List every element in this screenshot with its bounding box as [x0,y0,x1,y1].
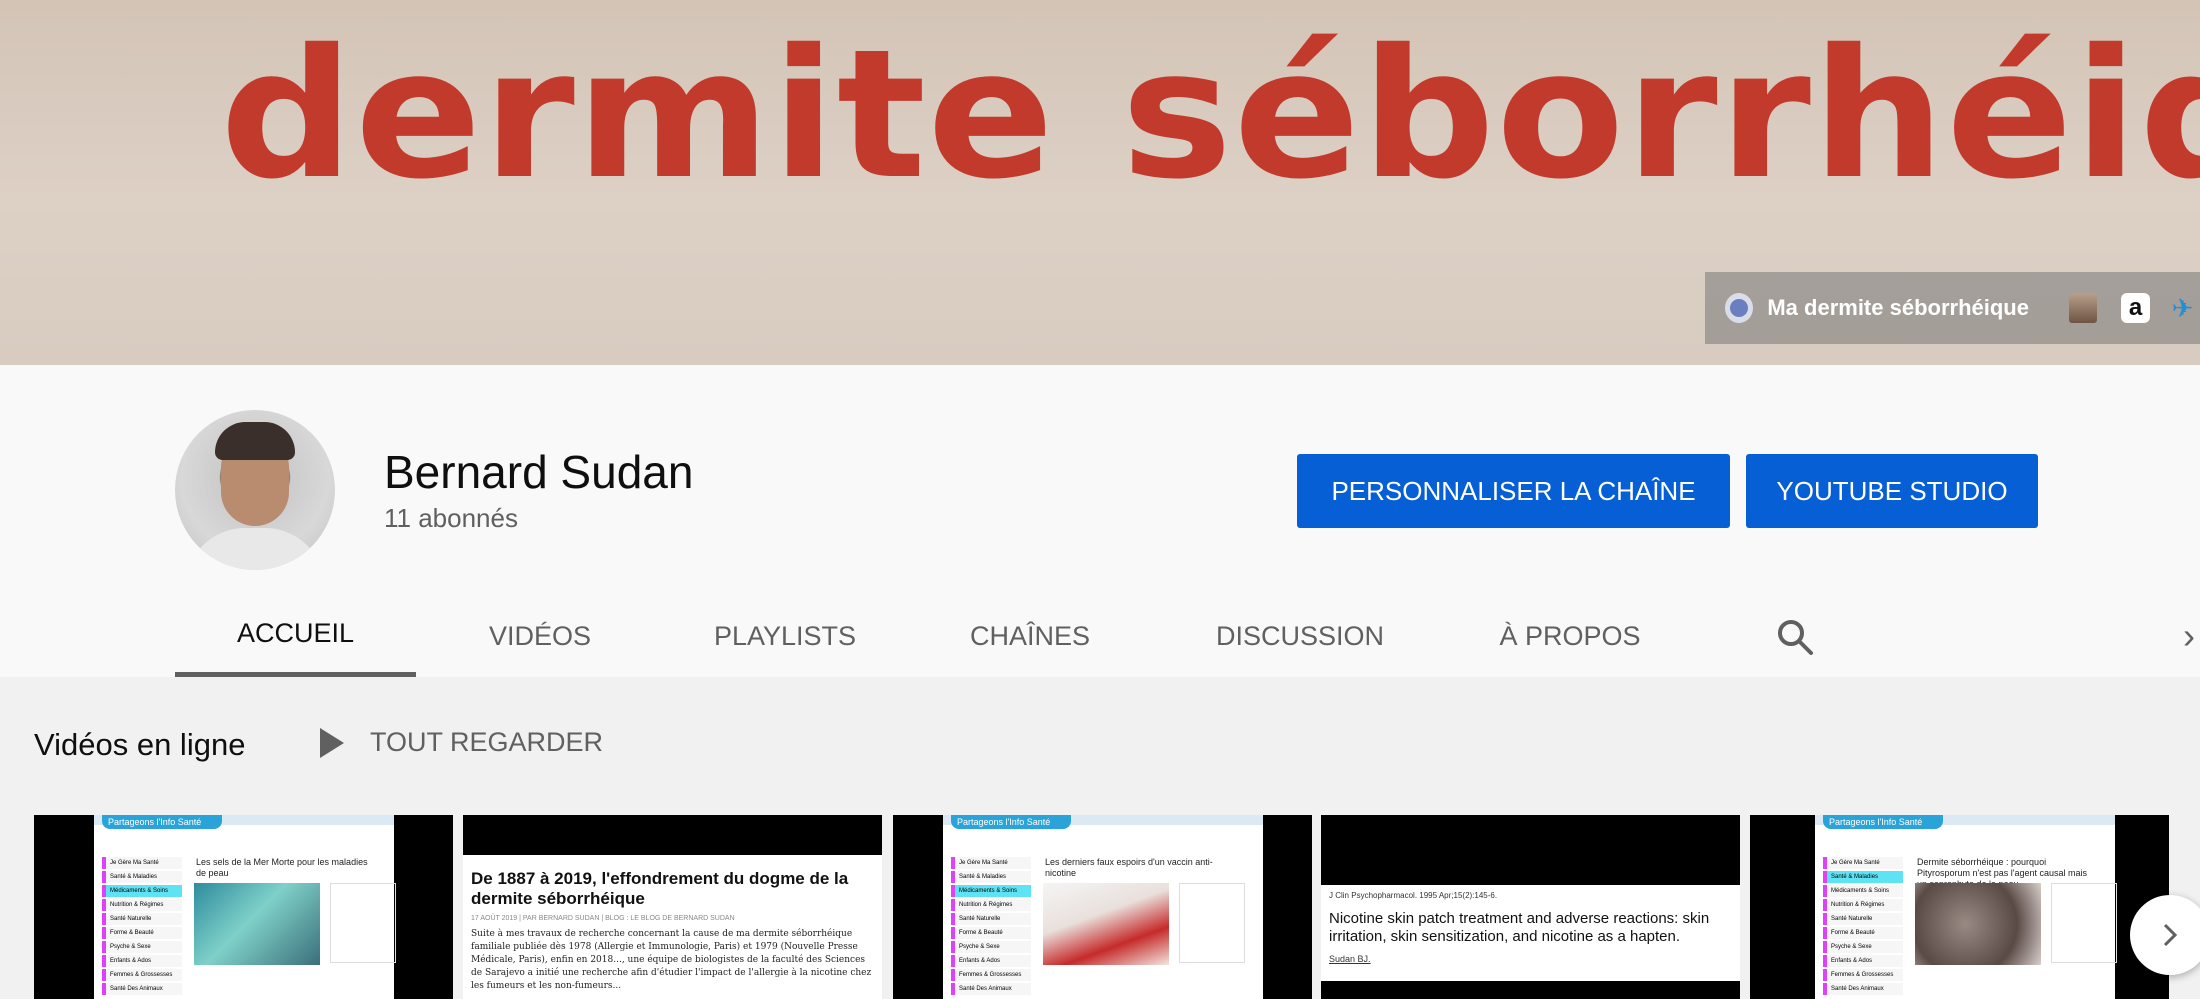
search-icon[interactable] [1775,617,1815,657]
site-sidebar [2051,883,2117,963]
banner-link-label[interactable]: Ma dermite séborrhéique [1767,295,2029,321]
article-body: Suite à mes travaux de recherche concern… [471,929,872,991]
thumbnail-site-screenshot: Partageons l'Info Santé Je Gère Ma Santé… [1815,815,2117,999]
thumbnail-site-screenshot: Partageons l'Info Santé Je Gère Ma Santé… [943,815,1263,999]
paper-title: Nicotine skin patch treatment and advers… [1329,910,1710,945]
channel-header: Bernard Sudan 11 abonnés PERSONNALISER L… [0,375,2200,677]
article-meta: 17 AOÛT 2019 | PAR BERNARD SUDAN | BLOG … [471,915,735,922]
thumbnail-paper: J Clin Psychopharmacol. 1995 Apr;15(2):1… [1321,885,1740,981]
content-area: Vidéos en ligne TOUT REGARDER Partageons… [0,677,2200,999]
site-tag: Partageons l'Info Santé [1823,815,1943,829]
channel-name: Bernard Sudan [384,446,694,498]
amazon-icon[interactable]: a [2121,293,2150,323]
chevron-right-icon [2163,923,2178,947]
post-image [1915,883,2041,965]
tab-accueil[interactable]: ACCUEIL [175,595,416,677]
site-tag: Partageons l'Info Santé [951,815,1071,829]
tab-playlists[interactable]: PLAYLISTS [685,595,885,677]
channel-banner: dermite séborrhéique Ma dermite séborrhé… [0,0,2200,365]
tab-a-propos[interactable]: À PROPOS [1470,595,1670,677]
channel-tabs: ACCUEIL VIDÉOS PLAYLISTS CHAÎNES DISCUSS… [175,595,2200,677]
subscriber-count: 11 abonnés [384,503,518,533]
shelf-next-button[interactable] [2130,895,2200,975]
tab-chaines[interactable]: CHAÎNES [940,595,1120,677]
banner-text: dermite séborrhéique [220,11,2200,218]
post-image [1043,883,1169,965]
post-title: Les sels de la Mer Morte pour les maladi… [196,857,368,878]
paper-reference: J Clin Psychopharmacol. 1995 Apr;15(2):1… [1329,891,1498,900]
post-title: Les derniers faux espoirs d'un vaccin an… [1045,857,1213,878]
globe-icon[interactable] [1725,293,1754,323]
video-thumbnail[interactable]: Partageons l'Info Santé Je Gère Ma Santé… [1750,815,2169,999]
customize-channel-button[interactable]: PERSONNALISER LA CHAÎNE [1297,454,1730,528]
youtube-studio-button[interactable]: YOUTUBE STUDIO [1746,454,2038,528]
video-thumbnail[interactable]: Partageons l'Info Santé Je Gère Ma Santé… [893,815,1312,999]
chevron-right-icon[interactable]: › [2183,615,2195,657]
video-thumbnail[interactable]: J Clin Psychopharmacol. 1995 Apr;15(2):1… [1321,815,1740,999]
tab-videos[interactable]: VIDÉOS [455,595,625,677]
play-icon [320,727,344,758]
site-nav: Je Gère Ma Santé Santé & Maladies Médicame… [102,857,182,997]
play-all-button[interactable]: TOUT REGARDER [312,727,603,758]
post-image [194,883,320,965]
banner-links: Ma dermite séborrhéique a ✈ [1705,272,2200,344]
play-all-label: TOUT REGARDER [370,727,604,757]
shelf-title[interactable]: Vidéos en ligne [34,727,245,763]
paper-author: Sudan BJ. [1329,954,1371,964]
extra-icon[interactable]: ✈ [2172,293,2200,323]
article-title: De 1887 à 2019, l'effondrement du dogme … [471,869,849,908]
site-sidebar [1179,883,1245,963]
site-tag: Partageons l'Info Santé [102,815,222,829]
avatar-icon[interactable] [2068,293,2098,323]
site-nav: Je Gère Ma Santé Santé & Maladies Médicame… [951,857,1031,997]
site-sidebar [330,883,396,963]
site-nav: Je Gère Ma Santé Santé & Maladies Médicame… [1823,857,1903,997]
video-thumbnail[interactable]: Partageons l'Info Santé Je Gère Ma Santé… [34,815,453,999]
thumbnail-site-screenshot: Partageons l'Info Santé Je Gère Ma Santé… [94,815,396,999]
video-thumbnail[interactable]: De 1887 à 2019, l'effondrement du dogme … [463,815,882,999]
tab-discussion[interactable]: DISCUSSION [1185,595,1415,677]
channel-avatar[interactable] [175,410,335,570]
thumbnail-article: De 1887 à 2019, l'effondrement du dogme … [463,855,882,999]
